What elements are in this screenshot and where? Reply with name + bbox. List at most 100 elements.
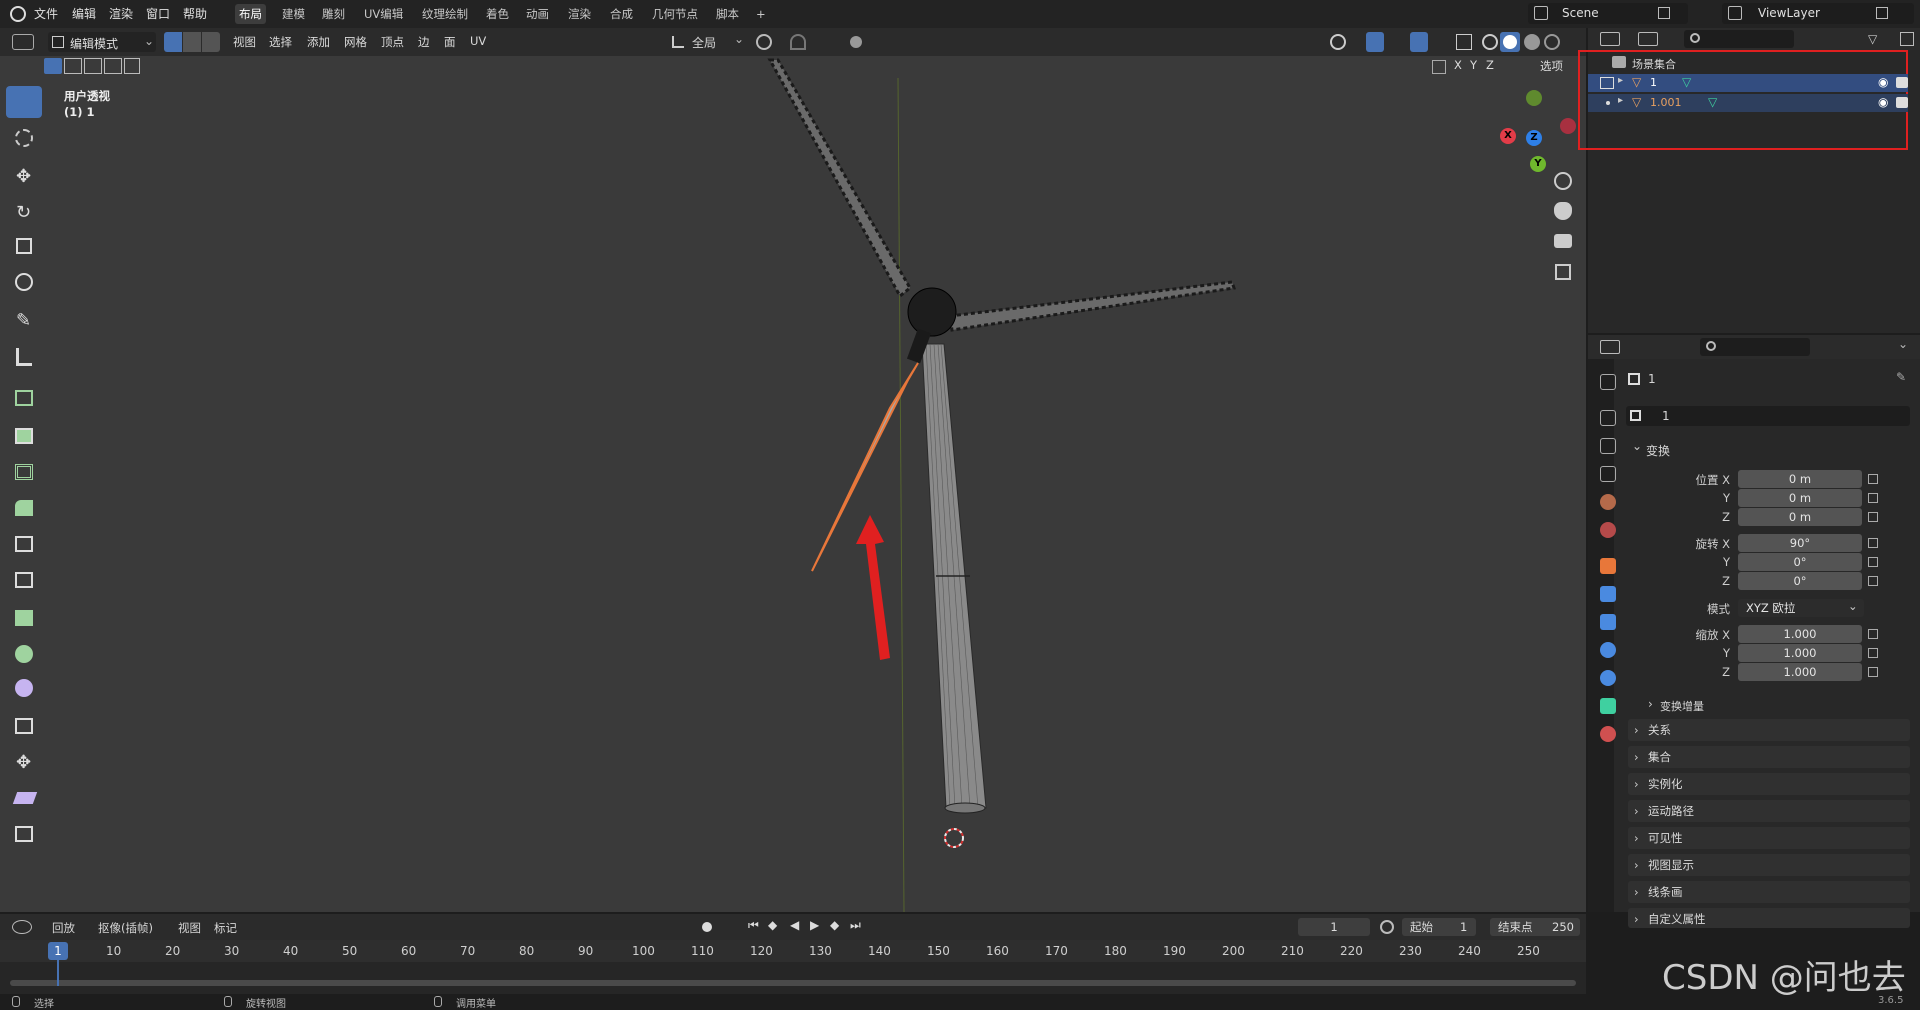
lock-icon[interactable] xyxy=(1868,493,1878,503)
material-shading-icon[interactable] xyxy=(1524,34,1540,50)
new-view-layer-icon[interactable] xyxy=(1876,7,1888,19)
keying-menu[interactable]: 抠像(插帧) xyxy=(98,920,153,936)
tab-layout[interactable]: 布局 xyxy=(235,4,266,24)
view-layer-selector[interactable]: ViewLayer xyxy=(1722,3,1914,24)
overlay-toggle-button[interactable] xyxy=(1410,32,1428,52)
menu-render[interactable]: 渲染 xyxy=(109,5,133,22)
location-z-field[interactable]: 0 m xyxy=(1738,508,1862,526)
play-icon[interactable]: ▶ xyxy=(810,918,819,932)
material-tab-icon[interactable] xyxy=(1600,726,1616,742)
physics-tab-icon[interactable] xyxy=(1600,642,1616,658)
edge-select-button[interactable] xyxy=(183,32,201,52)
tool-tab-icon[interactable] xyxy=(1600,374,1616,390)
location-y-field[interactable]: 0 m xyxy=(1738,489,1862,507)
render-camera-icon[interactable] xyxy=(1896,97,1908,108)
select-extend-icon[interactable] xyxy=(64,58,82,74)
delta-transform-subpanel[interactable]: › 变换增量 xyxy=(1648,696,1908,716)
panel-motion-paths[interactable]: › 运动路径 xyxy=(1628,800,1910,822)
editor-type-icon[interactable] xyxy=(12,34,34,50)
current-frame-field[interactable]: 1 xyxy=(1298,918,1370,936)
outliner-row-2[interactable]: ▸ ▽ 1.001 ▽ ◉ xyxy=(1588,94,1908,112)
filter-icon[interactable]: ▽ xyxy=(1868,32,1877,46)
stopwatch-icon[interactable] xyxy=(1380,920,1394,934)
tab-texture-paint[interactable]: 纹理绘制 xyxy=(418,4,472,24)
tab-uv-editing[interactable]: UV编辑 xyxy=(360,4,407,24)
zoom-icon[interactable] xyxy=(1554,172,1572,190)
timeline-editor-icon[interactable] xyxy=(12,920,32,934)
knife-tool[interactable] xyxy=(6,564,42,596)
outliner-editor-icon[interactable] xyxy=(1600,32,1620,46)
lock-icon[interactable] xyxy=(1868,667,1878,677)
bevel-tool[interactable] xyxy=(6,492,42,524)
poly-build-tool[interactable] xyxy=(6,602,42,634)
menu-mesh[interactable]: 网格 xyxy=(344,34,367,50)
new-scene-icon[interactable] xyxy=(1658,7,1670,19)
output-tab-icon[interactable] xyxy=(1600,438,1616,454)
visibility-overlay-icon[interactable] xyxy=(1330,34,1346,50)
panel-collections[interactable]: › 集合 xyxy=(1628,746,1910,768)
rip-region-tool[interactable] xyxy=(6,818,42,850)
end-frame-field[interactable]: 结束点 250 xyxy=(1490,918,1580,936)
particles-tab-icon[interactable] xyxy=(1600,614,1616,630)
navigation-gizmo[interactable]: X Z Y xyxy=(1490,88,1580,178)
panel-instancing[interactable]: › 实例化 xyxy=(1628,773,1910,795)
object-tab-icon[interactable] xyxy=(1600,558,1616,574)
lock-icon[interactable] xyxy=(1868,648,1878,658)
visibility-eye-icon[interactable]: ◉ xyxy=(1878,75,1888,89)
tab-modeling[interactable]: 建模 xyxy=(278,4,309,24)
panel-line-art[interactable]: › 线条画 xyxy=(1628,881,1910,903)
loop-cut-tool[interactable] xyxy=(6,528,42,560)
menu-add[interactable]: 添加 xyxy=(307,34,330,50)
scale-x-field[interactable]: 1.000 xyxy=(1738,625,1862,643)
scene-tab-icon[interactable] xyxy=(1600,494,1616,510)
inset-tool[interactable] xyxy=(6,456,42,488)
tab-compositing[interactable]: 合成 xyxy=(606,4,637,24)
menu-edit[interactable]: 编辑 xyxy=(72,5,96,22)
face-select-button[interactable] xyxy=(202,32,220,52)
camera-view-icon[interactable] xyxy=(1554,234,1572,248)
transform-orientation[interactable]: 全局 ⌄ xyxy=(670,32,746,52)
timeline-scrollbar[interactable] xyxy=(10,980,1576,986)
visibility-eye-icon[interactable]: ◉ xyxy=(1878,95,1888,109)
rendered-shading-icon[interactable] xyxy=(1544,34,1560,50)
gizmo-neg-x[interactable] xyxy=(1560,118,1576,134)
select-new-icon[interactable] xyxy=(44,58,62,74)
panel-custom-properties[interactable]: › 自定义属性 xyxy=(1628,908,1910,928)
menu-edge[interactable]: 边 xyxy=(418,34,430,50)
rotation-y-field[interactable]: 0° xyxy=(1738,553,1862,571)
marker-menu[interactable]: 标记 xyxy=(214,920,237,936)
gizmo-y-axis[interactable]: Y xyxy=(1530,156,1546,172)
snap-icon[interactable] xyxy=(790,34,806,50)
prev-keyframe-icon[interactable]: ◆ xyxy=(768,918,777,932)
lock-icon[interactable] xyxy=(1868,474,1878,484)
lock-icon[interactable] xyxy=(1868,557,1878,567)
menu-view[interactable]: 视图 xyxy=(233,34,256,50)
gizmo-x-axis[interactable]: X xyxy=(1500,128,1516,144)
tab-rendering[interactable]: 渲染 xyxy=(564,4,595,24)
timeline-view-menu[interactable]: 视图 xyxy=(178,920,201,936)
scale-y-field[interactable]: 1.000 xyxy=(1738,644,1862,662)
outliner-row-1[interactable]: ▸ ▽ 1 ▽ ◉ xyxy=(1588,74,1908,92)
properties-editor-icon[interactable] xyxy=(1600,340,1620,354)
annotate-tool[interactable]: ✎ xyxy=(6,306,42,338)
wireframe-shading-icon[interactable] xyxy=(1482,34,1498,50)
move-tool[interactable]: ✥ xyxy=(6,160,42,192)
pin-icon[interactable]: ✎ xyxy=(1896,370,1906,384)
edit-mode-dot-icon[interactable] xyxy=(1606,101,1610,105)
proportional-edit-icon[interactable] xyxy=(850,36,862,48)
solid-shading-button[interactable] xyxy=(1500,32,1520,52)
select-subtract-icon[interactable] xyxy=(84,58,102,74)
spin-tool[interactable] xyxy=(6,638,42,670)
pan-hand-icon[interactable] xyxy=(1554,202,1572,220)
panel-viewport-display[interactable]: › 视图显示 xyxy=(1628,854,1910,876)
playback-menu[interactable]: 回放 xyxy=(52,920,75,936)
tab-scripting[interactable]: 脚本 xyxy=(712,4,743,24)
menu-vertex[interactable]: 顶点 xyxy=(381,34,404,50)
menu-help[interactable]: 帮助 xyxy=(183,5,207,22)
menu-window[interactable]: 窗口 xyxy=(146,5,170,22)
add-workspace-button[interactable]: + xyxy=(752,4,770,24)
panel-relations[interactable]: › 关系 xyxy=(1628,719,1910,741)
vertex-select-button[interactable] xyxy=(164,32,182,52)
extrude-tool[interactable] xyxy=(6,420,42,452)
edit-mode-icon[interactable] xyxy=(1600,77,1614,89)
